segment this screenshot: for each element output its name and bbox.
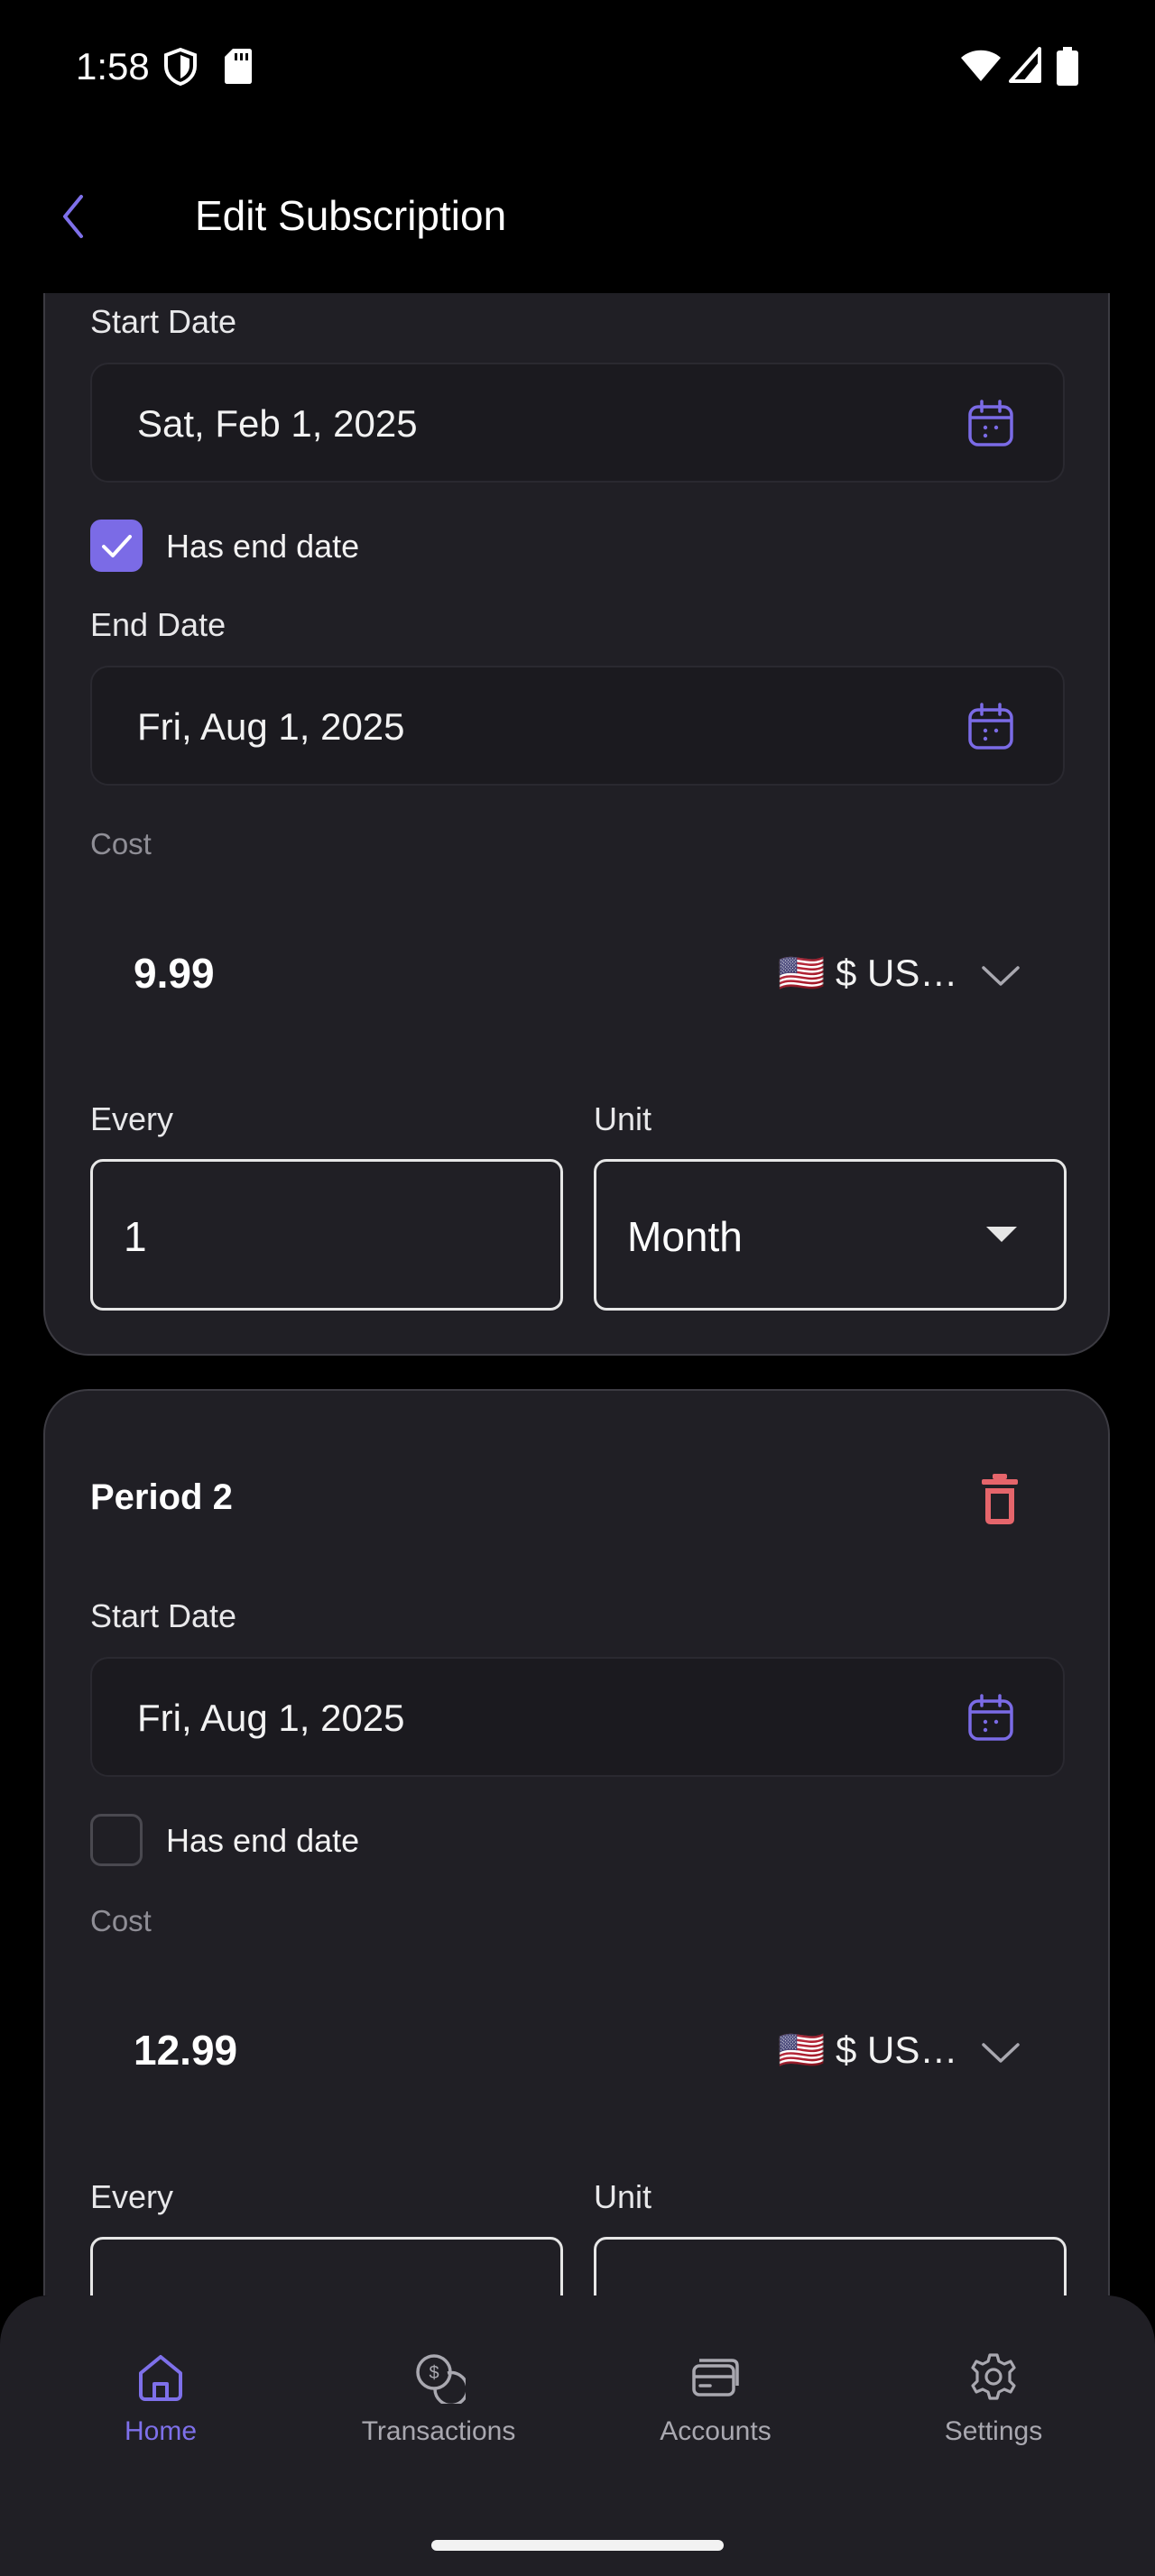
check-icon [102, 535, 132, 557]
status-bar: 1:58 [0, 0, 1155, 135]
cell-signal-icon [1009, 47, 1041, 83]
cost-input[interactable]: 12.99 [134, 2026, 237, 2075]
start-date-label: Start Date [90, 1597, 237, 1634]
nav-label: Transactions [361, 2416, 516, 2446]
nav-accounts[interactable]: Accounts [607, 2350, 824, 2467]
has-end-date-checkbox[interactable] [90, 520, 143, 572]
unit-label: Unit [594, 1100, 652, 1137]
home-indicator[interactable] [431, 2540, 724, 2551]
home-icon [139, 2355, 182, 2401]
cost-input[interactable]: 9.99 [134, 949, 215, 998]
every-input[interactable] [90, 2237, 563, 2295]
content-scroll[interactable]: Start Date Sat, Feb 1, 2025 Has end date… [0, 293, 1155, 2295]
nav-home[interactable]: Home [52, 2350, 269, 2467]
gear-icon [971, 2353, 1016, 2400]
back-button[interactable] [52, 180, 97, 253]
end-date-value: Fri, Aug 1, 2025 [137, 705, 405, 748]
unit-label: Unit [594, 2178, 652, 2215]
every-label: Every [90, 2178, 174, 2215]
bottom-navigation: Home $ Transactions Accounts Settings [0, 2295, 1155, 2576]
nav-label: Settings [944, 2416, 1043, 2446]
cost-label: Cost [90, 827, 152, 860]
unit-dropdown[interactable]: Month [594, 1159, 1067, 1311]
end-date-label: End Date [90, 606, 226, 643]
sd-card-icon [225, 49, 252, 84]
chevron-down-icon[interactable] [980, 2039, 1021, 2066]
svg-text:$: $ [429, 2363, 439, 2383]
status-time: 1:58 [76, 45, 150, 87]
cost-label: Cost [90, 1904, 152, 1937]
period-title: Period 2 [90, 1477, 233, 1517]
every-value: 1 [124, 1213, 147, 1260]
wifi-icon [961, 50, 1001, 81]
calendar-icon [968, 703, 1013, 750]
start-date-value: Fri, Aug 1, 2025 [137, 1697, 405, 1739]
page-title: Edit Subscription [195, 192, 507, 239]
start-date-value: Sat, Feb 1, 2025 [137, 402, 418, 445]
nav-transactions[interactable]: $ Transactions [330, 2350, 547, 2467]
currency-selector[interactable]: 🇺🇸 $ US… [778, 2029, 957, 2073]
chevron-left-icon [63, 195, 83, 238]
dropdown-arrow-icon [986, 1227, 1017, 1242]
every-input[interactable]: 1 [90, 1159, 563, 1311]
calendar-icon [968, 400, 1013, 446]
battery-icon [1057, 47, 1078, 86]
unit-dropdown[interactable] [594, 2237, 1067, 2295]
chevron-down-icon[interactable] [980, 962, 1021, 989]
nav-label: Home [124, 2416, 198, 2446]
start-date-field[interactable]: Fri, Aug 1, 2025 [90, 1657, 1065, 1777]
nav-settings[interactable]: Settings [885, 2350, 1102, 2467]
app-bar [0, 135, 1155, 293]
delete-icon[interactable] [980, 1472, 1020, 1526]
dollar-coins-icon: $ [416, 2354, 466, 2404]
unit-value: Month [627, 1213, 743, 1260]
has-end-date-checkbox[interactable] [90, 1814, 143, 1866]
nav-label: Accounts [660, 2416, 772, 2446]
cards-icon [692, 2359, 739, 2397]
calendar-icon [968, 1694, 1013, 1741]
currency-selector[interactable]: 🇺🇸 $ US… [778, 952, 957, 996]
end-date-field[interactable]: Fri, Aug 1, 2025 [90, 666, 1065, 786]
has-end-date-label: Has end date [166, 1822, 360, 1859]
shield-icon [164, 47, 197, 87]
every-label: Every [90, 1100, 174, 1137]
start-date-label: Start Date [90, 303, 237, 340]
start-date-field[interactable]: Sat, Feb 1, 2025 [90, 363, 1065, 483]
has-end-date-label: Has end date [166, 528, 360, 565]
